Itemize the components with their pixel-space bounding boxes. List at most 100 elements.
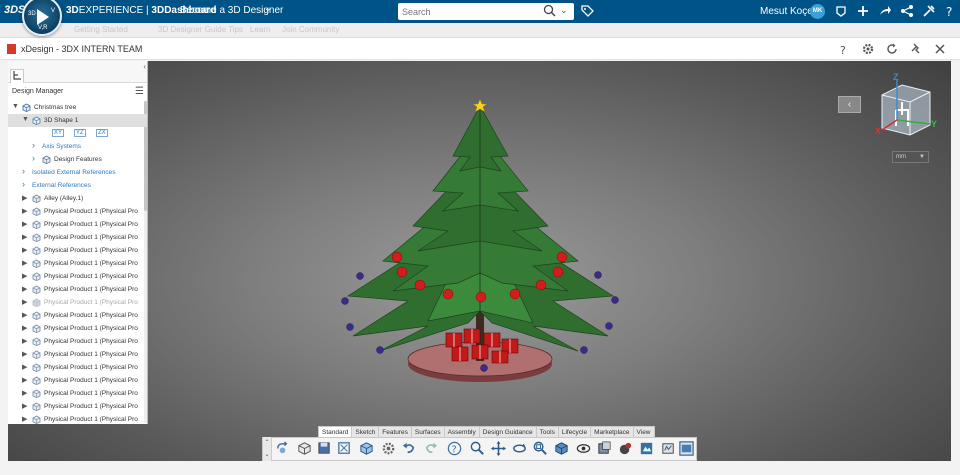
chevron-right-icon[interactable]: ▶ (22, 376, 27, 384)
pan-icon[interactable] (490, 440, 507, 457)
undo-redo-icon[interactable] (275, 440, 292, 457)
chevron-right-icon[interactable]: ▶ (22, 363, 27, 371)
chevron-right-icon[interactable]: ▶ (22, 350, 27, 358)
hide-show-icon[interactable] (575, 440, 592, 457)
tab-surfaces[interactable]: Surfaces (410, 426, 445, 437)
tree-node[interactable]: ▶ Physical Product 1 (Physical Pro (8, 361, 147, 374)
chevron-right-icon[interactable]: ▶ (22, 220, 27, 228)
tree-node[interactable]: ▶ Physical Product 1 (Physical Pro (8, 374, 147, 387)
chevron-right-icon[interactable]: ▶ (22, 298, 27, 306)
cube-icon[interactable] (358, 440, 375, 457)
chevron-right-icon[interactable]: › (32, 140, 35, 150)
tab-join-community[interactable]: Join Community (282, 25, 339, 34)
close-icon[interactable] (933, 42, 947, 56)
zoom-icon[interactable] (469, 440, 486, 457)
chevron-right-icon[interactable]: ▶ (22, 246, 27, 254)
tree-node[interactable]: › Design Features (8, 153, 147, 166)
chevron-right-icon[interactable]: ▶ (22, 389, 27, 397)
tree-node[interactable]: ▶ Physical Product 1 (Physical Pro (8, 322, 147, 335)
chevron-right-icon[interactable]: ▶ (22, 259, 27, 267)
previous-view-button[interactable]: ‹ (838, 96, 861, 113)
tab-sketch[interactable]: Sketch (351, 426, 380, 437)
chevron-right-icon[interactable]: ▶ (22, 402, 27, 410)
chevron-right-icon[interactable]: ▶ (22, 233, 27, 241)
save-icon[interactable] (316, 440, 333, 457)
tab-assembly[interactable]: Assembly (443, 426, 480, 437)
help-icon[interactable]: ? (837, 42, 851, 56)
navigation-cube[interactable]: Z X Y (872, 70, 942, 140)
search-dropdown-icon[interactable]: ⌄ (560, 5, 568, 16)
collapse-panel-icon[interactable]: ‹ (143, 62, 146, 71)
tab-tools[interactable]: Tools (535, 426, 559, 437)
rotate-icon[interactable] (511, 440, 528, 457)
tab-getting-started[interactable]: Getting Started (74, 25, 128, 34)
tree-node[interactable]: ▶ Physical Product 1 (Physical Pro (8, 244, 147, 257)
tree-node[interactable]: ▶ Physical Product 1 (Physical Pro (8, 387, 147, 400)
tree-node[interactable]: ▶ Physical Product 1 (Physical Pro (8, 270, 147, 283)
chevron-right-icon[interactable]: › (22, 166, 25, 176)
refresh-icon[interactable] (885, 42, 899, 56)
settings-icon[interactable] (380, 440, 397, 457)
play-icon[interactable] (37, 9, 49, 25)
tag-icon[interactable] (580, 4, 594, 18)
tree-node[interactable]: › Isolated External References (8, 166, 147, 179)
search-box[interactable]: ⌄ (398, 3, 574, 20)
hamburger-menu-icon[interactable]: ☰ (135, 86, 144, 97)
tools-icon[interactable] (922, 4, 936, 18)
tree-node[interactable]: ▶ Physical Product 1 (Physical Pro (8, 231, 147, 244)
action-bar-toggle[interactable]: ⌃ ⌄ (263, 437, 272, 461)
box-icon[interactable] (296, 440, 313, 457)
tree-node[interactable]: ▶ Physical Product 1 (Physical Pro (8, 400, 147, 413)
fit-icon[interactable] (336, 440, 353, 457)
plane-zx-icon[interactable]: ZX (96, 129, 108, 137)
tree-node[interactable]: ▼ Christmas tree (8, 101, 147, 114)
tab-view[interactable]: View (632, 426, 655, 437)
avatar[interactable]: MK (810, 4, 825, 19)
tree-node[interactable]: ▼ 3D Shape 1 (8, 114, 147, 127)
undo-icon[interactable] (401, 440, 418, 457)
tree-node[interactable]: ▶ Physical Product 1 (Physical Pro (8, 257, 147, 270)
chevron-right-icon[interactable]: ▶ (22, 285, 27, 293)
add-icon[interactable] (856, 4, 870, 18)
share-arrow-icon[interactable] (878, 4, 892, 18)
help-icon[interactable]: ? (446, 440, 463, 457)
chevron-right-icon[interactable]: ▶ (22, 194, 27, 202)
3d-viewport[interactable]: ‹ (8, 61, 951, 461)
unit-select[interactable]: mm ▼ (892, 151, 929, 163)
chevron-right-icon[interactable]: ▶ (22, 311, 27, 319)
user-name[interactable]: Mesut Koçer (760, 6, 816, 17)
tab-standard[interactable]: Standard (318, 426, 353, 437)
tree-node[interactable]: ▶ Physical Product 1 (Physical Pro (8, 283, 147, 296)
tab-learn[interactable]: Learn (250, 25, 270, 34)
tab-features[interactable]: Features (378, 426, 412, 437)
chevron-right-icon[interactable]: ▶ (22, 324, 27, 332)
view-cube-icon[interactable] (553, 440, 570, 457)
notification-icon[interactable] (834, 4, 848, 18)
tree-node[interactable]: ▶ Alley (Alley.1) (8, 192, 147, 205)
chevron-down-icon[interactable]: ▼ (22, 116, 29, 123)
tree-node[interactable]: ▶ Physical Product 1 (Physical Pro (8, 348, 147, 361)
tree-node[interactable]: ▶ Physical Product 1 (Physical Pro (8, 296, 147, 309)
search-input[interactable] (402, 5, 532, 18)
share-icon[interactable] (900, 4, 914, 18)
tree-tab-icon[interactable] (10, 69, 24, 83)
gear-icon[interactable] (861, 42, 875, 56)
plane-xy-icon[interactable]: XY (52, 129, 65, 137)
tree-node[interactable]: ▶ Physical Product 1 (Physical Pro (8, 413, 147, 424)
tree-node[interactable]: ▶ Physical Product 1 (Physical Pro (8, 218, 147, 231)
chevron-right-icon[interactable]: › (32, 153, 35, 163)
pin-icon[interactable] (909, 42, 923, 56)
tree-node[interactable]: ▶ Physical Product 1 (Physical Pro (8, 335, 147, 348)
chevron-down-icon[interactable]: ▼ (12, 103, 19, 110)
tab-lifecycle[interactable]: Lifecycle (557, 426, 592, 437)
tree-node[interactable]: ▶ Physical Product 1 (Physical Pro (8, 205, 147, 218)
chevron-right-icon[interactable]: ▶ (22, 337, 27, 345)
material-icon[interactable] (617, 440, 634, 457)
tree-node[interactable]: › External References (8, 179, 147, 192)
section-icon[interactable] (596, 440, 613, 457)
tab-design-guidance[interactable]: Design Guidance (478, 426, 537, 437)
tree-node[interactable]: ▶ Physical Product 1 (Physical Pro (8, 309, 147, 322)
search-icon[interactable] (543, 4, 556, 17)
chevron-right-icon[interactable]: ▶ (22, 207, 27, 215)
redo-icon[interactable] (422, 440, 439, 457)
